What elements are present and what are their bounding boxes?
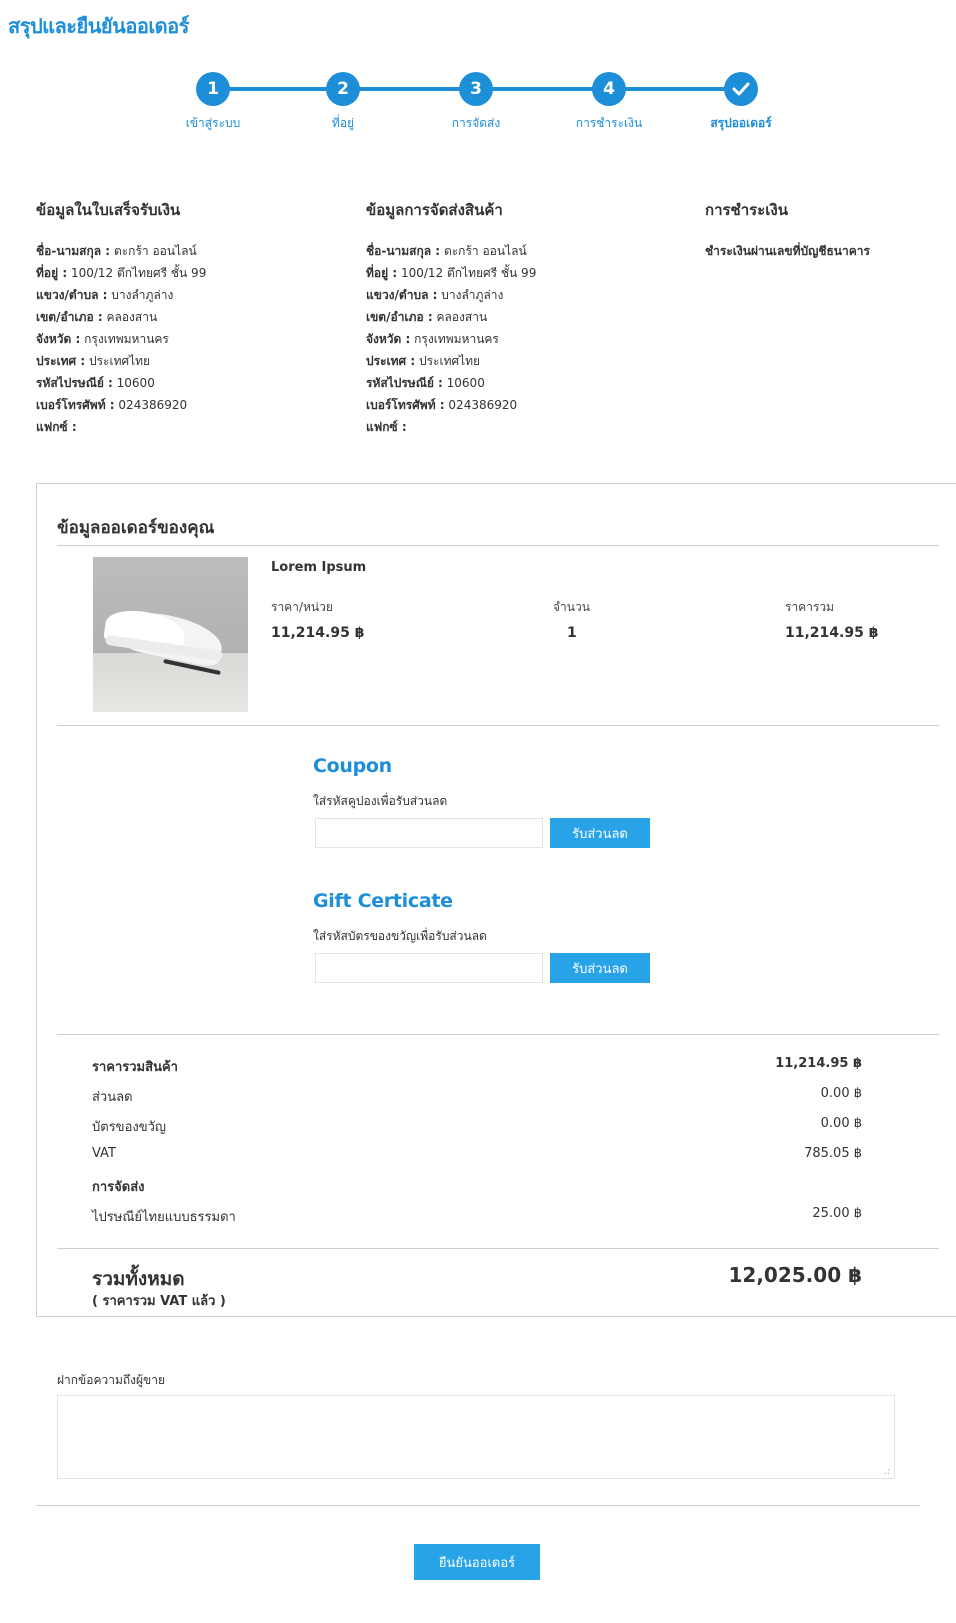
billing-info: ข้อมูลในใบเสร็จรับเงิน ชื่อ-นามสกุล : ตะ… bbox=[36, 198, 206, 438]
payment-title: การชำระเงิน bbox=[705, 201, 788, 219]
billing-row: แขวง/ตำบล : บางลำภูล่าง bbox=[36, 288, 174, 302]
step-5-label: สรุปออเดอร์ bbox=[710, 116, 772, 130]
discount-value: 0.00 ฿ bbox=[820, 1086, 862, 1101]
shipping-method: ไปรษณีย์ไทยแบบธรรมดา bbox=[92, 1210, 236, 1225]
coupon-title: Coupon bbox=[313, 755, 392, 777]
discount-label: ส่วนลด bbox=[92, 1090, 133, 1105]
shipping-row: เบอร์โทรศัพท์ : 024386920 bbox=[366, 398, 518, 412]
shipping-row: ที่อยู่ : 100/12 ตึกไทยศรี ชั้น 99 bbox=[366, 266, 537, 280]
grand-total-value: 12,025.00 ฿ bbox=[728, 1263, 863, 1287]
coupon-code-input[interactable] bbox=[315, 818, 543, 848]
divider bbox=[36, 1505, 920, 1506]
product-image bbox=[93, 557, 248, 712]
step-3-circle[interactable]: 3 bbox=[459, 72, 493, 106]
shipping-row: ชื่อ-นามสกุล : ตะกร้า ออนไลน์ bbox=[366, 244, 527, 258]
step-1-circle[interactable]: 1 bbox=[196, 72, 230, 106]
order-section-title: ข้อมูลออเดอร์ของคุณ bbox=[57, 518, 215, 538]
line-total: 11,214.95 ฿ bbox=[785, 625, 879, 641]
apply-gift-button[interactable]: รับส่วนลด bbox=[550, 953, 650, 983]
gift-title: Gift Certicate bbox=[313, 890, 453, 912]
shipping-title: ข้อมูลการจัดส่งสินค้า bbox=[366, 201, 503, 219]
unit-price-header: ราคา/หน่วย bbox=[271, 600, 333, 614]
subtotal-label: ราคารวมสินค้า bbox=[92, 1060, 178, 1075]
confirm-order-button[interactable]: ยืนยันออเดอร์ bbox=[414, 1544, 540, 1580]
coupon-hint: ใส่รหัสคูปองเพื่อรับส่วนลด bbox=[313, 794, 448, 808]
quantity-header: จำนวน bbox=[553, 600, 590, 614]
line-total-header: ราคารวม bbox=[785, 600, 835, 614]
unit-price: 11,214.95 ฿ bbox=[271, 625, 365, 641]
shipping-row: เขต/อำเภอ : คลองสาน bbox=[366, 310, 488, 324]
gift-amount-value: 0.00 ฿ bbox=[820, 1116, 862, 1131]
billing-row: จังหวัด : กรุงเทพมหานคร bbox=[36, 332, 169, 346]
shipping-row: จังหวัด : กรุงเทพมหานคร bbox=[366, 332, 499, 346]
step-2-circle[interactable]: 2 bbox=[326, 72, 360, 106]
check-icon bbox=[732, 82, 750, 96]
shipping-row: แขวง/ตำบล : บางลำภูล่าง bbox=[366, 288, 504, 302]
step-2-label[interactable]: ที่อยู่ bbox=[283, 114, 403, 133]
shipping-row: แฟกซ์ : bbox=[366, 420, 407, 434]
billing-row: ที่อยู่ : 100/12 ตึกไทยศรี ชั้น 99 bbox=[36, 266, 207, 280]
subtotal-value: 11,214.95 ฿ bbox=[775, 1056, 862, 1071]
billing-row: ชื่อ-นามสกุล : ตะกร้า ออนไลน์ bbox=[36, 244, 197, 258]
seller-message-input[interactable] bbox=[57, 1395, 895, 1479]
gift-code-input[interactable] bbox=[315, 953, 543, 983]
billing-row: รหัสไปรษณีย์ : 10600 bbox=[36, 376, 155, 390]
step-1-label[interactable]: เข้าสู่ระบบ bbox=[153, 114, 273, 133]
divider bbox=[57, 1034, 939, 1035]
billing-row: แฟกซ์ : bbox=[36, 420, 77, 434]
grand-total-note: ( ราคารวม VAT แล้ว ) bbox=[92, 1294, 226, 1309]
product-name[interactable]: Lorem Ipsum bbox=[271, 560, 366, 575]
step-5-circle bbox=[724, 72, 758, 106]
shipping-cost: 25.00 ฿ bbox=[812, 1206, 862, 1221]
billing-title: ข้อมูลในใบเสร็จรับเงิน bbox=[36, 201, 181, 219]
shipping-section-label: การจัดส่ง bbox=[92, 1180, 145, 1195]
shipping-info: ข้อมูลการจัดส่งสินค้า ชื่อ-นามสกุล : ตะก… bbox=[366, 198, 536, 438]
divider bbox=[57, 725, 939, 726]
billing-row: เขต/อำเภอ : คลองสาน bbox=[36, 310, 158, 324]
step-3-label[interactable]: การจัดส่ง bbox=[416, 114, 536, 133]
gift-hint: ใส่รหัสบัตรของขวัญเพื่อรับส่วนลด bbox=[313, 929, 487, 943]
vat-value: 785.05 ฿ bbox=[804, 1146, 862, 1161]
billing-row: ประเทศ : ประเทศไทย bbox=[36, 354, 151, 368]
step-4-circle[interactable]: 4 bbox=[592, 72, 626, 106]
page-title: สรุปและยืนยันออเดอร์ bbox=[8, 14, 189, 38]
step-4-label[interactable]: การชำระเงิน bbox=[549, 114, 669, 133]
resize-grip-icon[interactable]: .: bbox=[884, 1468, 890, 1477]
divider bbox=[57, 545, 939, 546]
payment-info: การชำระเงิน ชำระเงินผ่านเลขที่บัญชีธนาคา… bbox=[705, 198, 870, 262]
shipping-row: รหัสไปรษณีย์ : 10600 bbox=[366, 376, 485, 390]
gift-amount-label: บัตรของขวัญ bbox=[92, 1120, 166, 1135]
seller-message-label: ฝากข้อความถึงผู้ขาย bbox=[57, 1373, 165, 1387]
shipping-row: ประเทศ : ประเทศไทย bbox=[366, 354, 481, 368]
vat-label: VAT bbox=[92, 1146, 116, 1161]
payment-method: ชำระเงินผ่านเลขที่บัญชีธนาคาร bbox=[705, 244, 870, 258]
divider bbox=[57, 1248, 939, 1249]
quantity: 1 bbox=[567, 625, 577, 641]
billing-row: เบอร์โทรศัพท์ : 024386920 bbox=[36, 398, 188, 412]
apply-coupon-button[interactable]: รับส่วนลด bbox=[550, 818, 650, 848]
